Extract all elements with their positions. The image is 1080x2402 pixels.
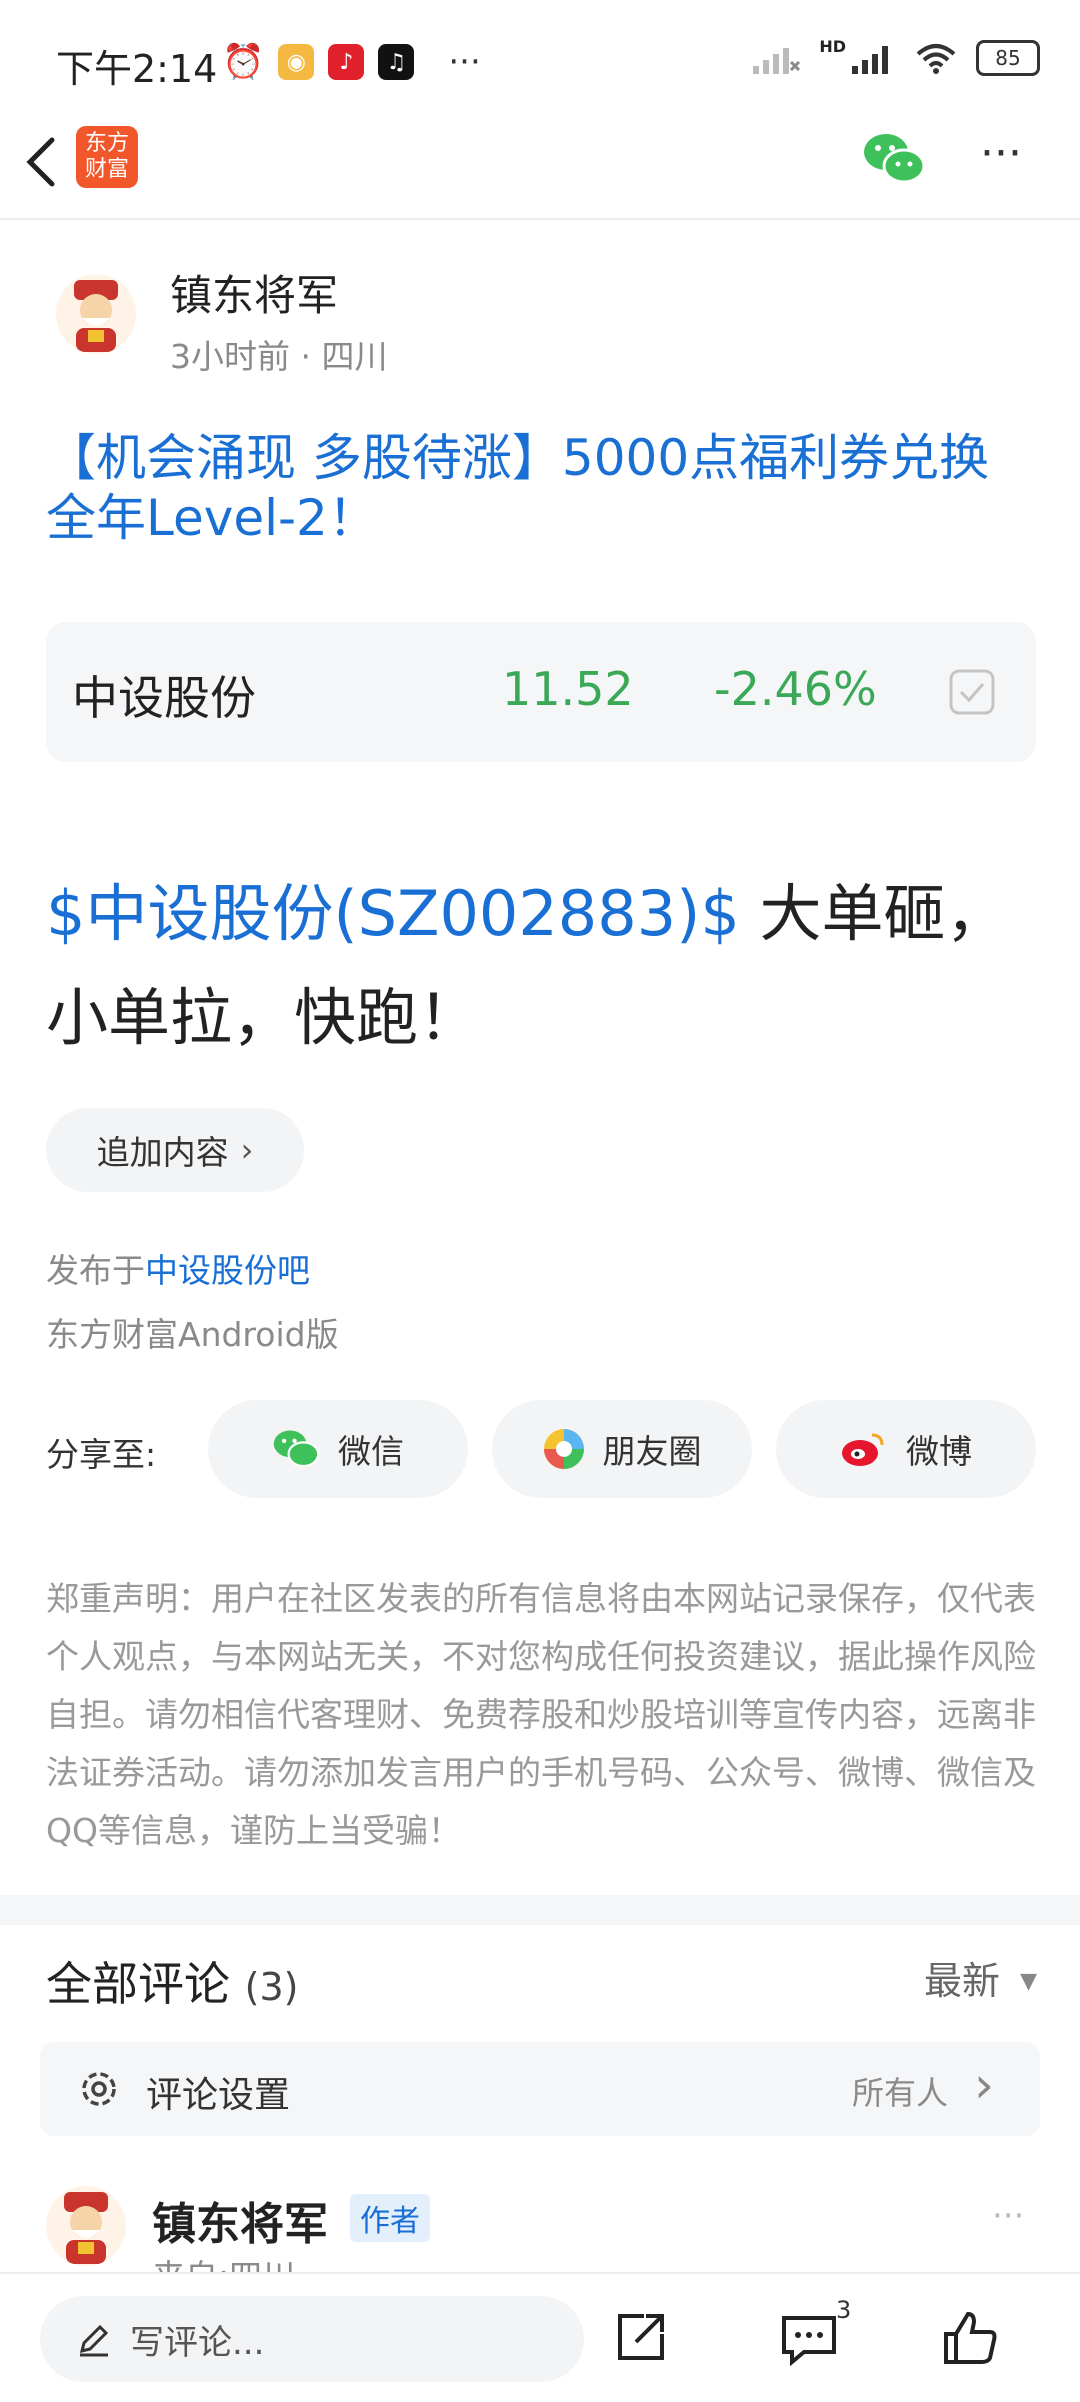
tiktok-notify-icon: ♫ bbox=[378, 44, 415, 80]
comment-settings-row[interactable]: 评论设置 所有人 › bbox=[40, 2042, 1040, 2136]
back-arrow-icon[interactable] bbox=[22, 136, 62, 188]
author-badge: 作者 bbox=[350, 2194, 430, 2242]
comment-settings-label: 评论设置 bbox=[146, 2075, 291, 2116]
signal-icon bbox=[852, 46, 888, 74]
more-options-icon[interactable]: ··· bbox=[980, 128, 1022, 179]
section-divider bbox=[0, 1895, 1080, 1925]
comment-bubble-icon[interactable] bbox=[780, 2312, 838, 2366]
moments-aperture-icon bbox=[543, 1429, 584, 1469]
post-meta: 3小时前 · 四川 bbox=[170, 337, 388, 376]
author-avatar[interactable] bbox=[56, 274, 136, 354]
comments-count: (3) bbox=[244, 1965, 299, 2009]
comment-settings-value: 所有人 bbox=[852, 2074, 949, 2112]
share-weibo-label: 微博 bbox=[906, 1432, 972, 1471]
share-moments-label: 朋友圈 bbox=[602, 1432, 702, 1471]
wechat-icon bbox=[273, 1430, 320, 1468]
stock-price: 11.52 bbox=[502, 662, 634, 716]
weibo-notify-icon: ◉ bbox=[278, 44, 315, 80]
stock-tag-link[interactable]: $中设股份(SZ002883)$ bbox=[46, 877, 740, 950]
thumbs-up-icon[interactable] bbox=[942, 2310, 998, 2366]
alarm-icon: ⏰ bbox=[222, 42, 265, 82]
write-comment-placeholder: 写评论... bbox=[130, 2322, 265, 2363]
wifi-icon bbox=[916, 44, 956, 74]
chevron-right-icon: › bbox=[240, 1131, 254, 1169]
append-content-label: 追加内容 bbox=[96, 1133, 229, 1172]
share-weibo-button[interactable]: 微博 bbox=[776, 1400, 1036, 1498]
battery-indicator: 85 bbox=[976, 40, 1040, 76]
hd-label: HD bbox=[819, 36, 846, 56]
share-label: 分享至: bbox=[46, 1435, 157, 1474]
add-watchlist-checkbox-icon[interactable] bbox=[948, 668, 996, 716]
client-source: 东方财富Android版 bbox=[46, 1315, 339, 1354]
netease-notify-icon: ♪ bbox=[328, 44, 365, 80]
chevron-right-icon: › bbox=[974, 2056, 994, 2114]
stock-quote-card[interactable]: 中设股份 11.52 -2.46% bbox=[46, 622, 1036, 762]
comment-count-badge: 3 bbox=[836, 2296, 852, 2324]
status-time: 下午2:14 bbox=[56, 47, 218, 91]
sort-dropdown[interactable]: 最新 ▼ bbox=[924, 1950, 1037, 2005]
app-logo: 东方财富 bbox=[76, 126, 138, 188]
share-external-icon[interactable] bbox=[614, 2310, 668, 2364]
wechat-share-icon[interactable] bbox=[862, 132, 926, 186]
published-prefix: 发布于 bbox=[46, 1251, 145, 1290]
author-name[interactable]: 镇东将军 bbox=[170, 262, 338, 323]
status-right: HD 85 bbox=[751, 36, 1040, 76]
caret-down-icon: ▼ bbox=[1020, 1969, 1038, 1994]
comments-title: 全部评论 bbox=[46, 1957, 230, 2011]
post-title: 【机会涌现 多股待涨】5000点福利券兑换全年Level-2！ bbox=[46, 429, 990, 547]
stock-change: -2.46% bbox=[714, 662, 877, 716]
comment-author-name[interactable]: 镇东将军 bbox=[152, 2188, 328, 2252]
sort-label: 最新 bbox=[924, 1959, 1001, 2003]
share-moments-button[interactable]: 朋友圈 bbox=[492, 1400, 752, 1498]
stock-name: 中设股份 bbox=[72, 671, 256, 725]
stock-bar-link[interactable]: 中设股份吧 bbox=[145, 1251, 310, 1290]
weibo-icon bbox=[842, 1433, 884, 1466]
post-content: $中设股份(SZ002883)$ 大单砸，小单拉，快跑！ bbox=[46, 862, 1046, 1070]
top-nav-bar: 东方财富 ··· bbox=[0, 106, 1080, 220]
more-notify-icon: ··· bbox=[448, 42, 481, 82]
published-in: 发布于中设股份吧 bbox=[46, 1244, 310, 1292]
pencil-icon bbox=[79, 2324, 109, 2357]
fortune-god-avatar-icon bbox=[74, 280, 118, 352]
write-comment-input[interactable]: 写评论... bbox=[40, 2296, 584, 2382]
comment-more-icon[interactable]: ··· bbox=[992, 2196, 1024, 2236]
disclaimer-text: 郑重声明：用户在社区发表的所有信息将由本网站记录保存，仅代表个人观点，与本网站无… bbox=[46, 1579, 1036, 1850]
share-wechat-label: 微信 bbox=[338, 1432, 404, 1471]
fortune-god-avatar-icon bbox=[64, 2192, 108, 2264]
signal-off-icon bbox=[753, 48, 801, 74]
share-wechat-button[interactable]: 微信 bbox=[208, 1400, 468, 1498]
append-content-button[interactable]: 追加内容 › bbox=[46, 1108, 304, 1192]
bottom-action-bar: 写评论... 3 bbox=[0, 2272, 1080, 2402]
comment-author-avatar[interactable] bbox=[46, 2186, 126, 2266]
status-app-icons: ⏰ ◉ ♪ ♫ ··· bbox=[222, 42, 481, 82]
gear-icon bbox=[82, 2072, 116, 2106]
comments-heading: 全部评论 (3) bbox=[46, 1948, 298, 2014]
